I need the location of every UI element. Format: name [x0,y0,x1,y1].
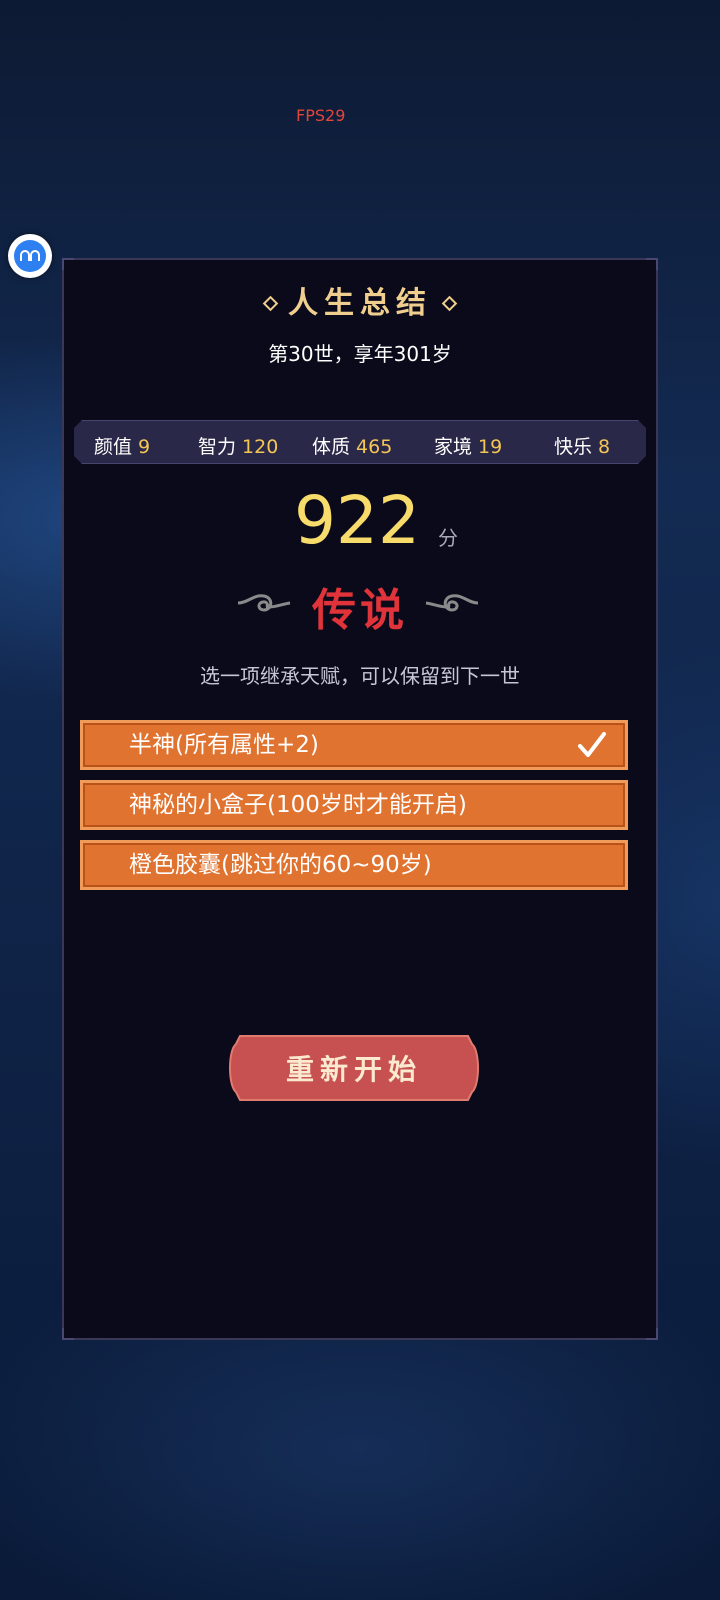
stats-bar: 颜值 9 智力 120 体质 465 家境 19 快乐 8 [74,420,646,464]
check-icon [578,732,606,757]
talent-label: 橙色胶囊(跳过你的60~90岁) [129,852,432,878]
assistant-icon [14,240,46,272]
inherit-tip: 选一项继承天赋，可以保留到下一世 [200,664,520,688]
stat-happiness: 快乐 8 [554,436,611,458]
rank-badge: 传说 [64,570,656,640]
summary-title: 人生总结 [64,278,656,322]
restart-label: 重新开始 [285,1053,422,1086]
lifespan-text: 第30世，享年301岁 [268,342,452,366]
cloud-ornament-right-icon [425,594,479,612]
diamond-ornament-icon [441,295,458,311]
stat-appearance: 颜值 9 [94,436,151,458]
life-summary-panel: 人生总结 第30世，享年301岁 颜值 9 智力 120 体质 465 家境 19 快乐… [62,258,658,1340]
talent-option-demigod[interactable]: 半神(所有属性+2) [80,720,628,770]
stat-intelligence: 智力 120 [198,436,279,458]
restart-button[interactable]: 重新开始 [228,1034,480,1102]
stat-family: 家境 19 [434,436,503,458]
floating-assistant-button[interactable] [8,234,52,278]
rank-label: 传说 [312,585,408,636]
final-score: 922 [294,482,420,559]
stat-constitution: 体质 465 [312,436,393,458]
diamond-ornament-icon [262,295,279,311]
talent-option-orange-capsule[interactable]: 橙色胶囊(跳过你的60~90岁) [80,840,628,890]
talent-option-mystery-box[interactable]: 神秘的小盒子(100岁时才能开启) [80,780,628,830]
fps-counter: FPS29 [296,106,346,125]
talent-label: 半神(所有属性+2) [129,732,319,758]
summary-title-text: 人生总结 [288,286,432,321]
score-unit: 分 [438,526,458,550]
talent-label: 神秘的小盒子(100岁时才能开启) [129,792,467,818]
